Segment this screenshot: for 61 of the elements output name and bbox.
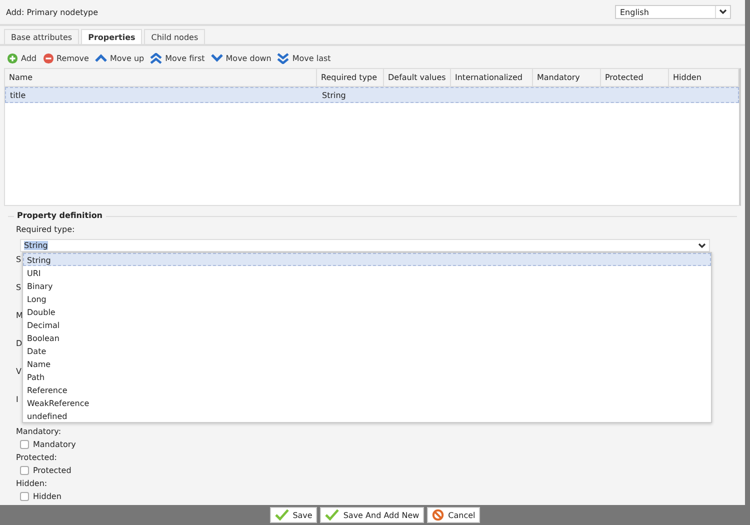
chevron-up-icon	[94, 54, 107, 62]
checkbox[interactable]: Mandatory	[20, 440, 76, 449]
column-header[interactable]: Required type	[317, 69, 384, 87]
toolbar-button[interactable]: Move first	[150, 52, 205, 64]
column-header[interactable]: Protected	[601, 69, 669, 87]
field-label: Hidden:	[16, 479, 48, 488]
field-label: D	[16, 339, 22, 348]
toolbar-button[interactable]: Move last	[277, 52, 331, 64]
field-label: Required type:	[16, 225, 75, 234]
table-row[interactable]: title String	[5, 87, 739, 103]
checkmark-icon	[274, 509, 289, 521]
remove-icon	[42, 52, 54, 64]
field-label: V	[16, 367, 22, 376]
dropdown-option[interactable]: Decimal	[23, 318, 711, 331]
column-header[interactable]: Mandatory	[533, 69, 601, 87]
dropdown-option[interactable]: Date	[23, 344, 711, 357]
required-type-select[interactable]: String	[20, 239, 710, 252]
toolbar-button[interactable]: Move down	[210, 54, 272, 62]
cancel-icon	[432, 509, 444, 521]
cancel-button[interactable]: Cancel	[427, 507, 480, 523]
window-title: Add: Primary nodetype	[6, 8, 98, 16]
toolbar-button[interactable]: Move up	[94, 54, 144, 62]
section-title: Property definition	[14, 211, 106, 220]
toolbar-button[interactable]: Add	[7, 52, 36, 64]
tab[interactable]: Child nodes	[144, 29, 206, 44]
dropdown-option[interactable]: undefined	[23, 409, 711, 422]
tab[interactable]: Base attributes	[4, 29, 80, 44]
toolbar-button[interactable]: Remove	[42, 52, 89, 64]
column-header[interactable]: Internationalized	[451, 69, 533, 87]
dropdown-option[interactable]: Reference	[23, 383, 711, 396]
chevron-down-icon	[210, 54, 223, 62]
dropdown-option[interactable]: Path	[23, 370, 711, 383]
checkbox[interactable]: Hidden	[20, 492, 62, 501]
column-header[interactable]: Hidden	[669, 69, 739, 87]
checkmark-icon	[325, 509, 340, 521]
field-label: Mandatory:	[16, 427, 62, 436]
save-button[interactable]: Save	[270, 507, 318, 523]
double-chevron-down-icon	[277, 52, 290, 64]
column-header[interactable]: Default values	[384, 69, 451, 87]
dropdown-option[interactable]: Double	[23, 305, 711, 318]
checkbox[interactable]: Protected	[20, 466, 72, 475]
double-chevron-up-icon	[150, 52, 162, 64]
dropdown-option[interactable]: Binary	[23, 279, 711, 292]
table-cell-text: title	[9, 90, 27, 100]
add-icon	[7, 52, 18, 64]
field-label: S	[16, 283, 22, 292]
field-label: M	[16, 311, 23, 320]
dropdown-option[interactable]: WeakReference	[23, 396, 711, 409]
field-label: S	[16, 255, 22, 264]
dropdown-option[interactable]: URI	[23, 266, 711, 279]
dropdown-option[interactable]: Boolean	[23, 331, 711, 344]
field-label: Protected:	[16, 453, 57, 462]
table-cell-text: String	[321, 90, 347, 100]
language-select[interactable]: English	[615, 5, 731, 19]
save-button[interactable]: Save And Add New	[320, 507, 424, 523]
dropdown-option[interactable]: String	[23, 253, 711, 266]
tab[interactable]: Properties	[81, 29, 142, 44]
dropdown-option[interactable]: Long	[23, 292, 711, 305]
field-label: I	[16, 395, 18, 404]
dropdown-option[interactable]: Name	[23, 357, 711, 370]
column-header[interactable]: Name	[5, 69, 317, 87]
